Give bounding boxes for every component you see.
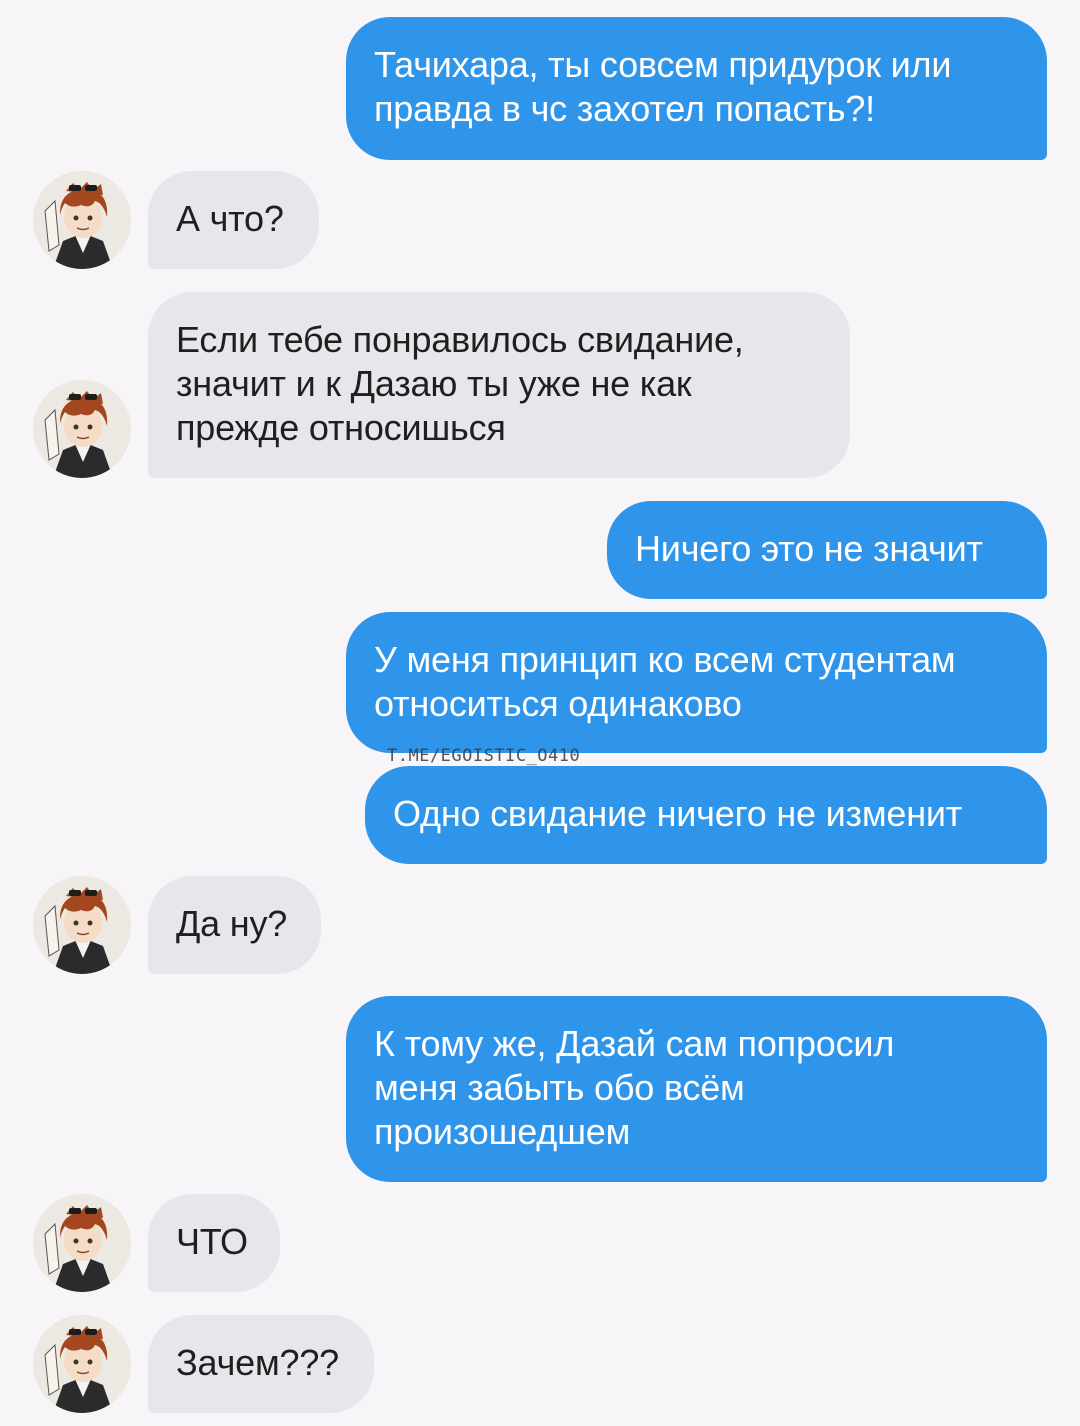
incoming-message[interactable]: А что?	[148, 171, 319, 269]
incoming-message[interactable]: ЧТО	[148, 1194, 280, 1292]
chat-thread: Тачихара, ты совсем придурок или правда …	[0, 0, 1080, 1426]
character-portrait-icon	[33, 1194, 131, 1292]
outgoing-message[interactable]: Тачихара, ты совсем придурок или правда …	[346, 17, 1047, 160]
character-portrait-icon	[33, 171, 131, 269]
outgoing-message[interactable]: У меня принцип ко всем студентам относит…	[346, 612, 1047, 753]
character-portrait-icon	[33, 380, 131, 478]
character-portrait-icon	[33, 1315, 131, 1413]
incoming-message[interactable]: Зачем???	[148, 1315, 374, 1413]
outgoing-message[interactable]: К тому же, Дазай сам попросил меня забыт…	[346, 996, 1047, 1182]
character-portrait-icon	[33, 876, 131, 974]
incoming-message[interactable]: Да ну?	[148, 876, 321, 974]
contact-avatar[interactable]	[33, 171, 131, 269]
contact-avatar[interactable]	[33, 380, 131, 478]
outgoing-message[interactable]: Ничего это не значит	[607, 501, 1047, 599]
contact-avatar[interactable]	[33, 876, 131, 974]
incoming-message[interactable]: Если тебе понравилось свидание, значит и…	[148, 292, 850, 478]
contact-avatar[interactable]	[33, 1315, 131, 1413]
watermark: T.ME/EGOISTIC_O410	[387, 746, 581, 766]
outgoing-message[interactable]: Одно свидание ничего не изменит	[365, 766, 1047, 864]
contact-avatar[interactable]	[33, 1194, 131, 1292]
